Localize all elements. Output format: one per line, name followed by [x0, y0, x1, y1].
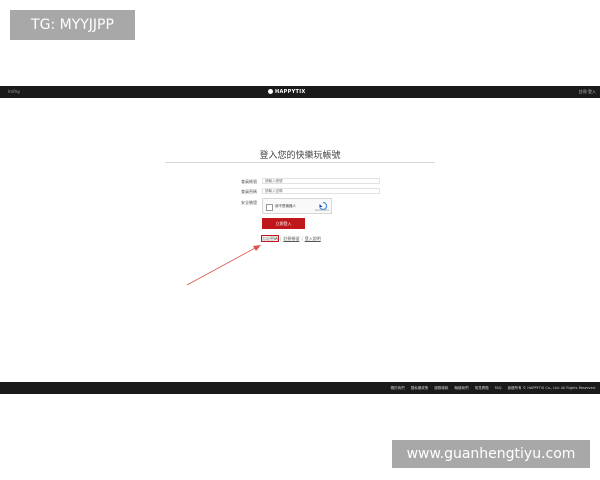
logo-text: HAPPYTIX [275, 89, 306, 95]
help-link[interactable]: 登入說明 [305, 236, 321, 241]
footer-copyright: 版權所有 © HAPPYTIX Co., Ltd. All Rights Res… [507, 386, 596, 390]
account-label: 會員帳號 [241, 179, 257, 184]
forgot-password-link[interactable]: 忘記密碼 [261, 235, 279, 242]
footer-link[interactable]: 服務條款 [434, 386, 448, 390]
register-link[interactable]: 註冊帳號 [283, 236, 299, 241]
site-brand-link[interactable]: ImPay [8, 86, 20, 98]
verify-label: 安全驗證 [241, 200, 257, 205]
link-separator: | [301, 236, 303, 241]
footer-link[interactable]: 聯絡我們 [454, 386, 468, 390]
browser-screenshot: ImPay HAPPYTIX 註冊 登入 登入您的快樂玩帳號 會員帳號 會員密碼… [0, 86, 600, 394]
watermark-bottom: www.guanhengtiyu.com [392, 440, 590, 468]
account-input[interactable] [262, 178, 380, 184]
recaptcha-checkbox[interactable] [266, 204, 273, 211]
footer-link[interactable]: 常見問題 [475, 386, 489, 390]
footer-links: 關於我們 隱私權政策 服務條款 聯絡我們 常見問題 FAQ 版權所有 © HAP… [386, 382, 596, 394]
login-button[interactable]: 立即登入 [262, 218, 305, 229]
footer-link[interactable]: 關於我們 [391, 386, 405, 390]
title-divider [165, 162, 435, 163]
password-input[interactable] [262, 188, 380, 194]
recaptcha-brand: reCAPTCHA [314, 209, 329, 212]
site-logo[interactable]: HAPPYTIX [268, 86, 306, 98]
site-footer: 關於我們 隱私權政策 服務條款 聯絡我們 常見問題 FAQ 版權所有 © HAP… [0, 382, 600, 394]
header-account-links[interactable]: 註冊 登入 [579, 86, 596, 98]
page-title: 登入您的快樂玩帳號 [259, 151, 341, 161]
watermark-top: TG: MYYJJPP [10, 10, 135, 40]
auth-links: 忘記密碼 | 註冊帳號 | 登入說明 [261, 235, 321, 242]
recaptcha-widget: 我不是機器人 reCAPTCHA [262, 198, 332, 214]
logo-icon [268, 89, 273, 94]
footer-link[interactable]: FAQ [495, 386, 502, 390]
password-label: 會員密碼 [241, 189, 257, 194]
recaptcha-text: 我不是機器人 [275, 204, 296, 208]
link-separator: | [280, 236, 282, 241]
site-header: ImPay HAPPYTIX 註冊 登入 [0, 86, 600, 98]
footer-link[interactable]: 隱私權政策 [411, 386, 429, 390]
